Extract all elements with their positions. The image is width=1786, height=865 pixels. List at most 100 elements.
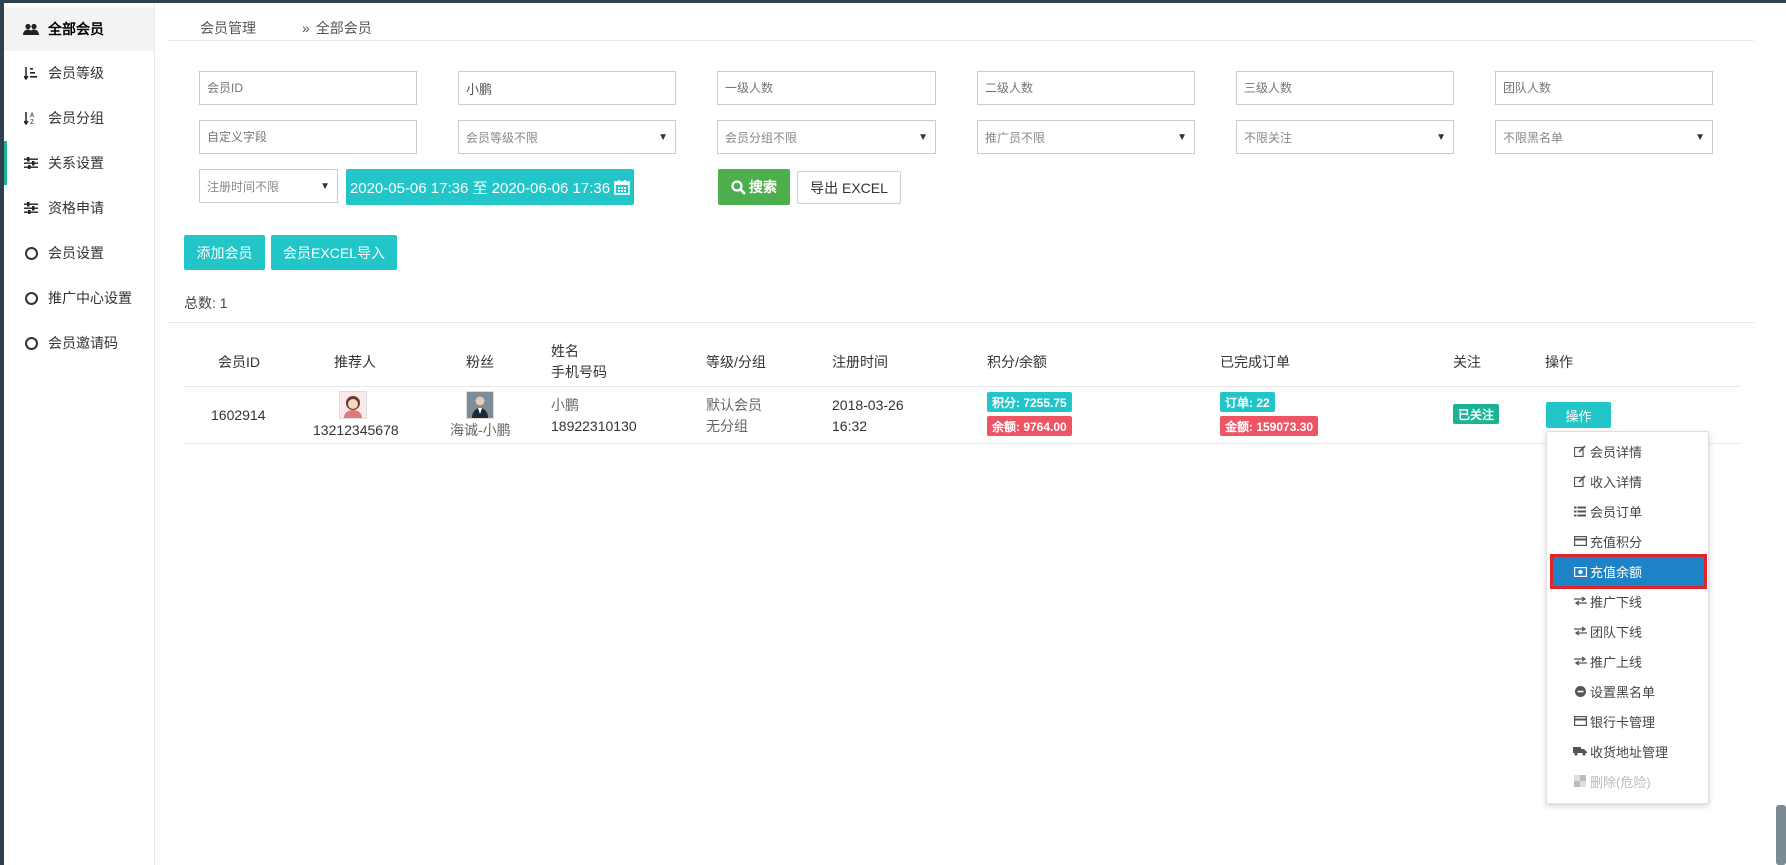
minus-circle-icon [1572, 685, 1588, 697]
menu-item-set-blacklist[interactable]: 设置黑名单 [1547, 676, 1708, 706]
menu-item-team-downline[interactable]: 团队下线 [1547, 616, 1708, 646]
amount-badge: 金额: 159073.30 [1220, 416, 1319, 436]
blacklist-select[interactable]: 不限黑名单 ▼ [1495, 120, 1713, 154]
caret-down-icon: ▼ [320, 180, 330, 192]
operations-dropdown-menu: 会员详情 收入详情 会员订单 充值积分 充值余额 推广下线 团队下线 推广上线 … [1546, 431, 1709, 804]
table-header-divider [184, 386, 1740, 387]
follow-select[interactable]: 不限关注 ▼ [1236, 120, 1454, 154]
breadcrumb-divider [168, 40, 1754, 41]
sidebar-item-promotion-center[interactable]: 推广中心设置 [4, 276, 154, 320]
sidebar-item-relation-settings[interactable]: 关系设置 [4, 141, 154, 185]
operations-button[interactable]: 操作 [1546, 402, 1611, 428]
cell-group: 无分组 [706, 418, 748, 434]
calendar-icon [614, 179, 630, 195]
menu-item-label: 推广上线 [1590, 654, 1643, 670]
menu-item-income-detail[interactable]: 收入详情 [1547, 466, 1708, 496]
menu-item-label: 推广下线 [1590, 594, 1643, 610]
money-icon [1572, 566, 1588, 577]
menu-item-label: 会员详情 [1590, 444, 1643, 460]
search-button-label: 搜索 [749, 179, 777, 195]
cell-phone: 18922310130 [551, 418, 637, 434]
exchange-icon [1572, 626, 1588, 636]
caret-down-icon: ▼ [658, 131, 668, 143]
date-range-value: 2020-05-06 17:36 至 2020-06-06 17:36 [349, 179, 611, 197]
level2-count-input[interactable] [977, 71, 1195, 105]
sort-alpha-icon: AZ [22, 111, 40, 125]
menu-item-label: 会员订单 [1590, 504, 1643, 520]
th-phone: 手机号码 [551, 364, 607, 380]
sidebar-item-label: 会员设置 [48, 245, 104, 261]
scrollbar-thumb[interactable] [1776, 805, 1786, 865]
balance-badge: 余额: 9764.00 [987, 416, 1072, 436]
sidebar-item-member-level[interactable]: 会员等级 [4, 51, 154, 95]
cell-referrer: 13212345678 [313, 422, 399, 438]
breadcrumb-parent[interactable]: 会员管理 [200, 20, 256, 36]
section-divider [168, 322, 1754, 323]
member-group-select[interactable]: 会员分组不限 ▼ [717, 120, 936, 154]
svg-text:Z: Z [30, 119, 34, 125]
sidebar-item-label: 全部会员 [48, 21, 104, 37]
referrer-avatar [339, 391, 367, 419]
menu-item-bank-card[interactable]: 银行卡管理 [1547, 706, 1708, 736]
th-reg-time: 注册时间 [832, 354, 888, 370]
truck-icon [1572, 746, 1588, 756]
circle-icon [22, 336, 40, 350]
menu-item-label: 删除(危险) [1590, 774, 1651, 790]
sliders-icon [22, 202, 40, 214]
select-value: 会员等级不限 [466, 130, 539, 145]
select-value: 推广员不限 [985, 130, 1046, 145]
menu-item-delete[interactable]: 删除(危险) [1547, 766, 1708, 796]
level1-count-input[interactable] [717, 71, 936, 105]
cell-name: 小鹏 [551, 397, 579, 413]
sliders-icon [22, 157, 40, 169]
menu-item-label: 团队下线 [1590, 624, 1643, 640]
promoter-select[interactable]: 推广员不限 ▼ [977, 120, 1195, 154]
sidebar-item-qualification[interactable]: 资格申请 [4, 186, 154, 230]
menu-item-promo-upline[interactable]: 推广上线 [1547, 646, 1708, 676]
search-icon [731, 179, 746, 195]
date-range-button[interactable]: 2020-05-06 17:36 至 2020-06-06 17:36 [346, 169, 634, 205]
users-icon [22, 23, 40, 36]
edit-icon [1572, 475, 1588, 487]
edit-icon [1572, 445, 1588, 457]
name-input[interactable] [458, 71, 676, 105]
search-button[interactable]: 搜索 [718, 169, 790, 205]
export-excel-button[interactable]: 导出 EXCEL [797, 171, 901, 204]
exchange-icon [1572, 596, 1588, 606]
menu-item-shipping-address[interactable]: 收货地址管理 [1547, 736, 1708, 766]
menu-item-recharge-balance[interactable]: 充值余额 [1550, 554, 1707, 589]
sidebar-item-all-members[interactable]: 全部会员 [4, 7, 154, 51]
menu-item-member-detail[interactable]: 会员详情 [1547, 436, 1708, 466]
menu-item-recharge-points[interactable]: 充值积分 [1547, 526, 1708, 556]
level3-count-input[interactable] [1236, 71, 1454, 105]
menu-item-label: 充值积分 [1590, 534, 1643, 550]
member-level-select[interactable]: 会员等级不限 ▼ [458, 120, 676, 154]
caret-down-icon: ▼ [918, 131, 928, 143]
menu-item-member-orders[interactable]: 会员订单 [1547, 496, 1708, 526]
th-member-id: 会员ID [218, 354, 260, 370]
caret-down-icon: ▼ [1695, 131, 1705, 143]
breadcrumb-current: 全部会员 [315, 20, 372, 36]
caret-down-icon: ▼ [1436, 131, 1446, 143]
sidebar-item-invite-code[interactable]: 会员邀请码 [4, 321, 154, 365]
sidebar-item-member-group[interactable]: AZ 会员分组 [4, 96, 154, 140]
th-orders: 已完成订单 [1220, 354, 1290, 370]
add-member-button[interactable]: 添加会员 [184, 235, 265, 270]
reg-time-select[interactable]: 注册时间不限 ▼ [199, 169, 338, 203]
sidebar-item-member-settings[interactable]: 会员设置 [4, 231, 154, 275]
import-excel-button[interactable]: 会员EXCEL导入 [271, 235, 397, 270]
svg-text:A: A [30, 112, 35, 119]
trash-icon [1572, 775, 1588, 787]
breadcrumb-separator: » [302, 20, 310, 36]
sidebar-item-label: 会员分组 [48, 110, 104, 126]
orders-badge: 订单: 22 [1220, 392, 1275, 412]
th-ops: 操作 [1545, 354, 1573, 370]
follow-status-badge: 已关注 [1453, 404, 1500, 424]
team-count-input[interactable] [1495, 71, 1713, 105]
cell-reg-date: 2018-03-26 [832, 397, 904, 413]
menu-item-promo-downline[interactable]: 推广下线 [1547, 586, 1708, 616]
custom-field-input[interactable] [199, 120, 417, 154]
th-fans: 粉丝 [466, 354, 494, 370]
member-id-input[interactable] [199, 71, 417, 105]
export-button-label: 导出 EXCEL [810, 179, 888, 196]
